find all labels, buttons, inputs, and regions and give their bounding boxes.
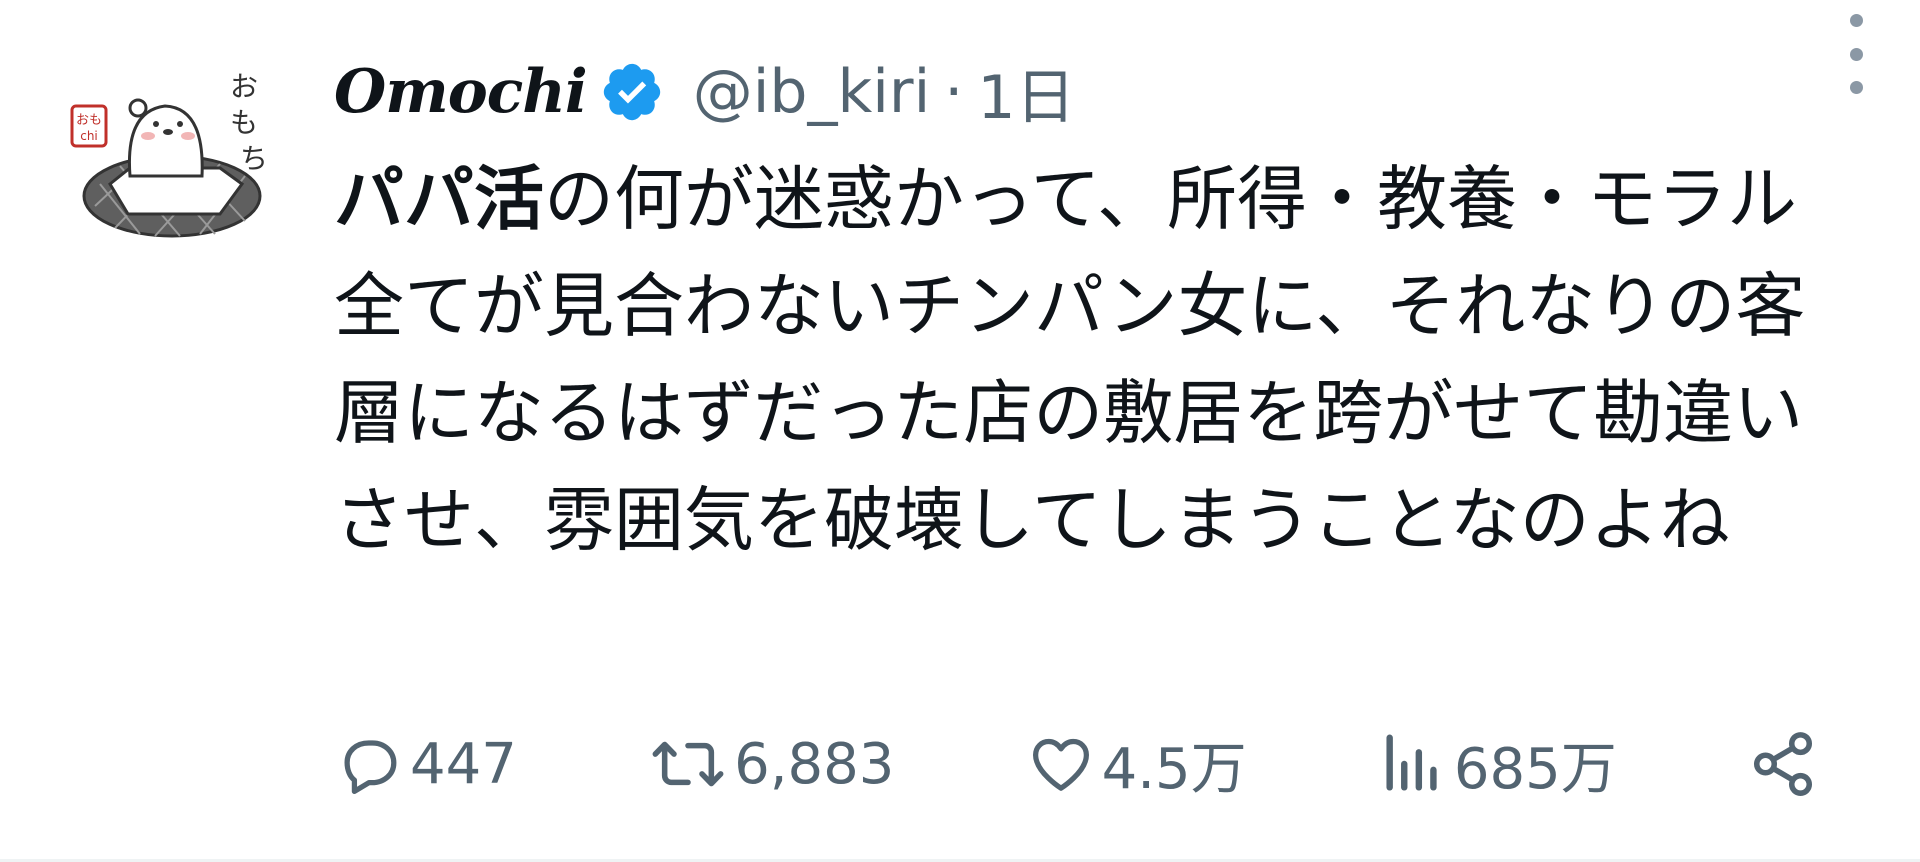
like-button[interactable]: 4.5万 — [1026, 724, 1247, 805]
user-handle[interactable]: @ib_kiri — [693, 57, 931, 127]
retweet-icon — [652, 741, 724, 787]
tweet-text: パパ活の何が迷惑かって、所得・教養・モラル全てが見合わないチンパン女に、それなり… — [334, 146, 1854, 574]
more-dot — [1849, 14, 1863, 27]
views-icon — [1386, 734, 1437, 791]
avatar[interactable]: おも chi お も ち — [70, 66, 280, 266]
heart-icon — [1032, 738, 1089, 791]
views-button[interactable]: 685万 — [1378, 724, 1617, 805]
svg-text:ち: ち — [240, 142, 268, 175]
tweet-header: Omochi @ib_kiri · 1日 — [334, 44, 1874, 140]
action-bar: 447 6,883 4.5万 685万 — [334, 724, 1824, 804]
more-dot — [1849, 81, 1863, 94]
svg-text:も: も — [230, 106, 258, 139]
views-count: 685万 — [1453, 736, 1617, 802]
tweet-timestamp[interactable]: 1日 — [977, 49, 1075, 136]
tweet[interactable]: おも chi お も ち Omochi @ib_kiri · 1日 パパ活の何が… — [0, 0, 1920, 862]
retweet-button[interactable]: 6,883 — [648, 729, 894, 799]
tweet-text-highlight: パパ活 — [334, 158, 544, 240]
display-name[interactable]: Omochi — [334, 57, 588, 127]
svg-text:おも: おも — [76, 113, 102, 128]
reply-icon — [344, 740, 397, 795]
more-vertical-icon[interactable] — [1836, 14, 1876, 94]
omochi-avatar-icon: おも chi お も ち — [70, 70, 268, 238]
reply-button[interactable]: 447 — [334, 729, 517, 799]
share-button[interactable] — [1748, 729, 1824, 799]
retweet-count: 6,883 — [734, 731, 895, 797]
svg-text:お: お — [230, 70, 258, 103]
separator-dot: · — [944, 57, 964, 127]
like-count: 4.5万 — [1101, 736, 1247, 802]
svg-text:chi: chi — [80, 129, 98, 143]
more-dot — [1849, 47, 1863, 61]
reply-count: 447 — [410, 731, 517, 797]
tweet-text-body: の何が迷惑かって、所得・教養・モラル全てが見合わないチンパン女に、それなりの客層… — [334, 158, 1806, 561]
tweet-content: Omochi @ib_kiri · 1日 パパ活の何が迷惑かって、所得・教養・モ… — [334, 44, 1874, 574]
verified-badge-icon — [599, 59, 665, 125]
share-icon — [1753, 732, 1813, 796]
